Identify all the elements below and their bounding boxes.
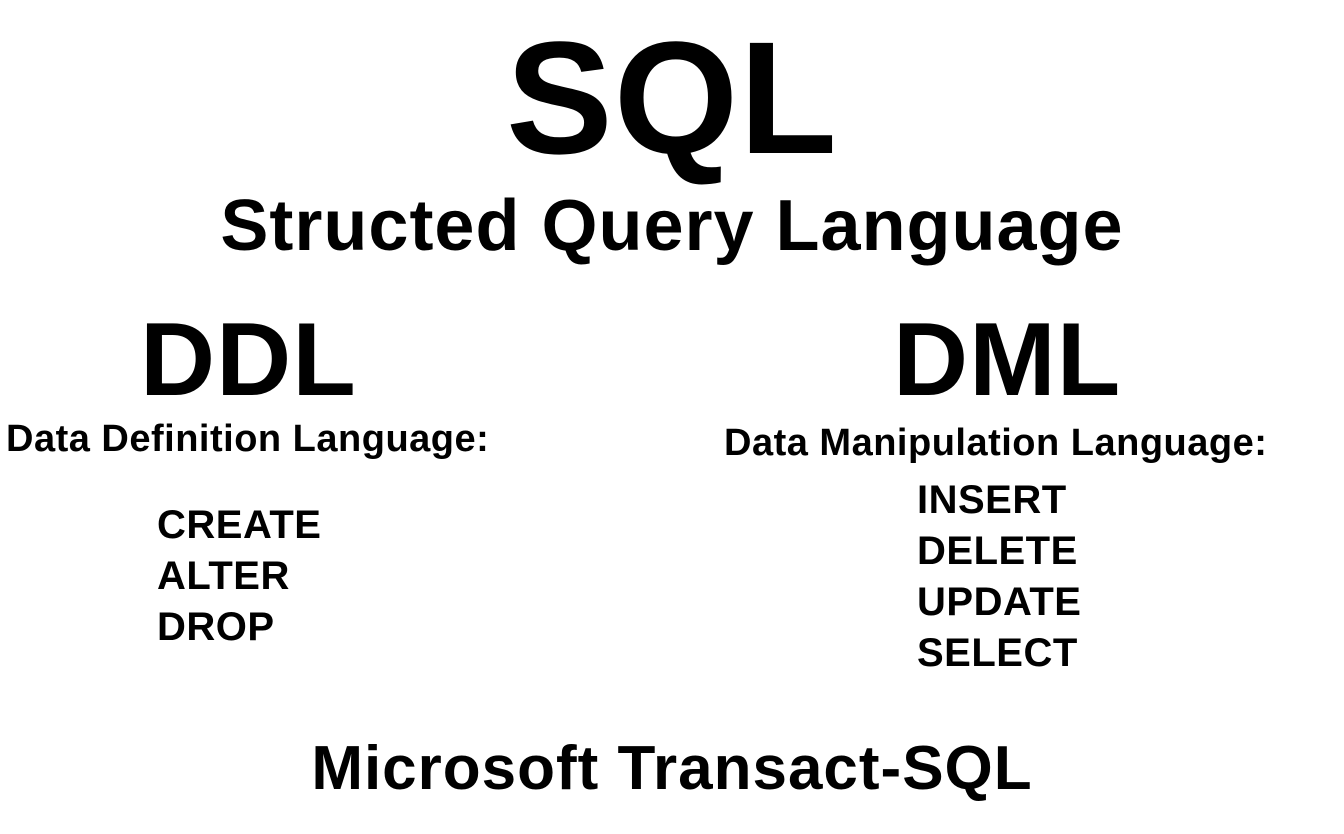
ddl-command-alter: ALTER [157,554,290,598]
ddl-heading: DDL [140,302,357,418]
footer-title: Microsoft Transact-SQL [311,734,1033,803]
ddl-command-create: CREATE [157,503,322,547]
dml-heading: DML [893,302,1122,418]
ddl-command-drop: DROP [157,605,275,649]
dml-command-insert: INSERT [917,478,1067,522]
ddl-subheading: Data Definition Language: [6,418,490,460]
dml-command-update: UPDATE [917,580,1082,624]
main-subtitle: Structed Query Language [220,186,1124,266]
ddl-command-list: CREATE ALTER DROP [157,500,321,653]
dml-command-list: INSERT DELETE UPDATE SELECT [917,475,1081,679]
main-title: SQL [506,8,838,187]
dml-command-delete: DELETE [917,529,1078,573]
dml-command-select: SELECT [917,631,1078,675]
dml-subheading: Data Manipulation Language: [724,422,1268,464]
